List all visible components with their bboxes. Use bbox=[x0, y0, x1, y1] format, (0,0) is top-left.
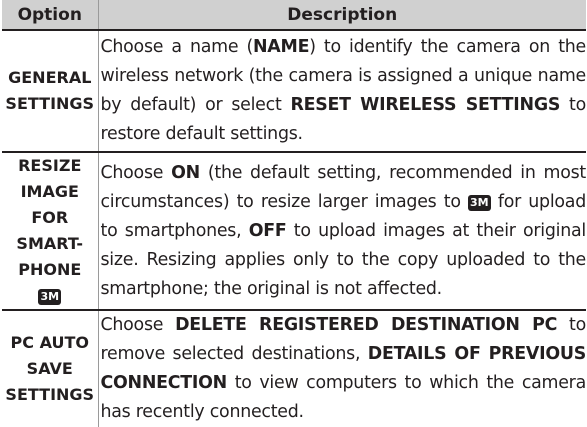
desc-bold-term: RESET WIRELESS SET­TINGS bbox=[290, 95, 561, 115]
option-line: IMAGE FOR bbox=[20, 182, 79, 227]
table-row: GENERAL SETTINGS Choose a name (NAME) to… bbox=[2, 30, 586, 153]
option-description: Choose a name (NAME) to identify the cam… bbox=[98, 30, 586, 153]
table-row: RESIZE IMAGE FOR SMART- PHONE 3M Choose … bbox=[2, 152, 586, 311]
option-name: RESIZE IMAGE FOR SMART- PHONE 3M bbox=[2, 152, 99, 311]
option-name: GENERAL SETTINGS bbox=[2, 30, 99, 153]
header-description: Description bbox=[98, 0, 586, 31]
option-line: RESIZE bbox=[18, 156, 82, 175]
image-size-3m-icon: 3M bbox=[38, 289, 62, 305]
desc-text: Choose a name ( bbox=[100, 37, 254, 57]
option-description: Choose DELETE REGISTERED DESTINATION PC … bbox=[98, 310, 587, 427]
desc-bold-term: ON bbox=[171, 162, 200, 183]
settings-table: Option Description GENERAL SETTINGS Choo… bbox=[2, 0, 586, 427]
table-header-row: Option Description bbox=[2, 0, 586, 31]
desc-text: Choose bbox=[100, 162, 172, 183]
desc-bold-term: NAME bbox=[253, 37, 310, 57]
option-name: PC AUTO SAVE SETTINGS bbox=[2, 310, 99, 427]
desc-bold-term: DELETE REGISTERED DESTINATION PC bbox=[175, 315, 558, 335]
desc-text: Choose bbox=[100, 315, 176, 335]
option-line: SAVE bbox=[26, 359, 73, 378]
desc-bold-term: OFF bbox=[248, 220, 287, 241]
option-line: PHONE bbox=[18, 260, 82, 279]
option-line: SMART- bbox=[16, 234, 84, 253]
option-description: Choose ON (the default setting, recommen… bbox=[98, 152, 586, 311]
option-line: SETTINGS bbox=[5, 94, 95, 113]
option-line: PC AUTO bbox=[10, 333, 89, 352]
table-row: PC AUTO SAVE SETTINGS Choose DELETE REGI… bbox=[2, 310, 586, 427]
option-line: SETTINGS bbox=[5, 385, 95, 404]
option-line: GENERAL bbox=[8, 68, 92, 87]
header-option: Option bbox=[2, 0, 99, 31]
image-size-3m-icon: 3M bbox=[467, 194, 491, 211]
